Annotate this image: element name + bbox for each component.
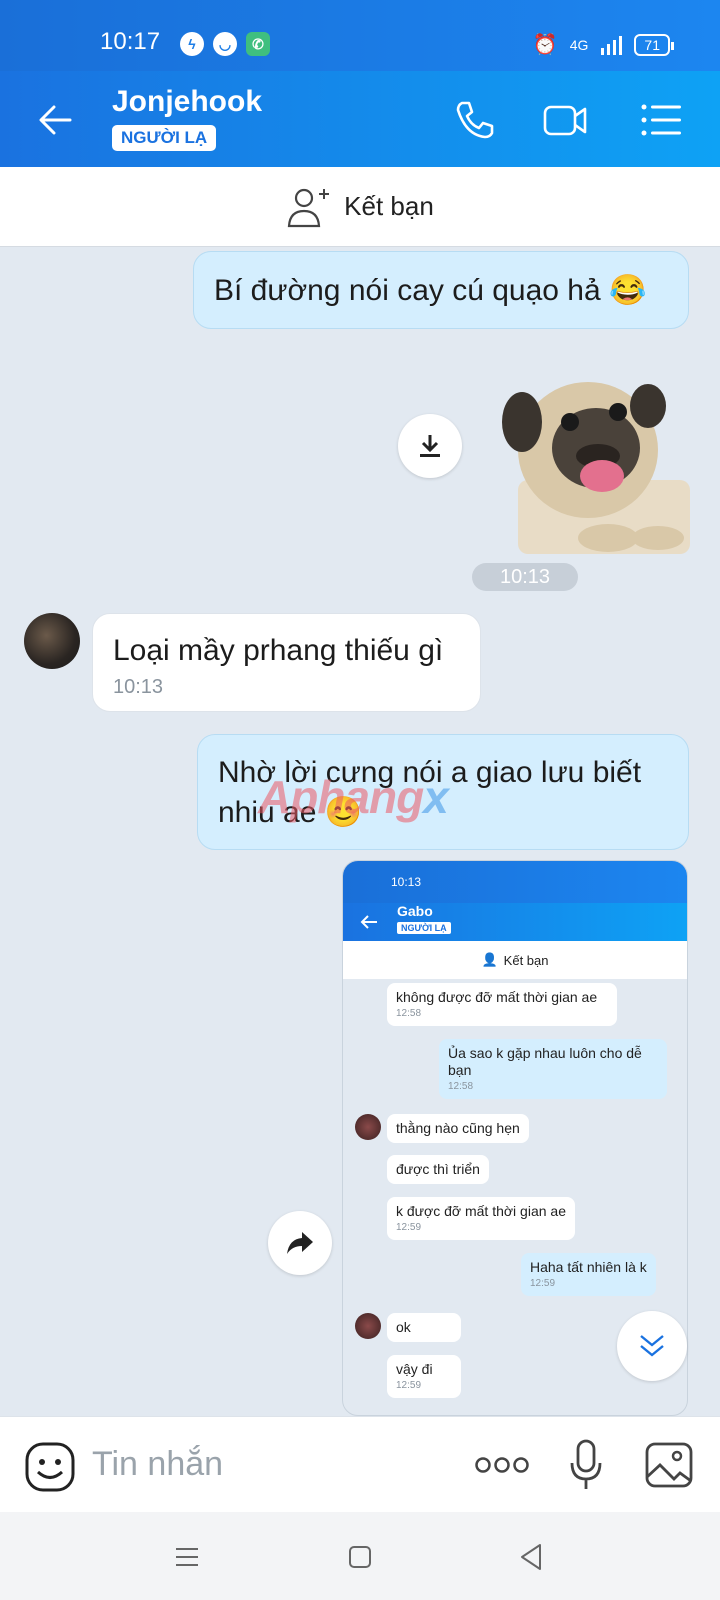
message-text: Bí đường nói cay cú quạo hả 😂 [214, 274, 647, 307]
scroll-to-bottom-button[interactable] [617, 1311, 687, 1381]
embedded-message: không được đỡ mất thời gian ae 12:58 [387, 983, 617, 1026]
embedded-contact-name: Gabo [397, 903, 433, 919]
embedded-message: được thì triển [387, 1155, 489, 1184]
embedded-time: 10:13 [391, 875, 422, 889]
status-time: 10:17 [100, 28, 161, 55]
download-button[interactable] [398, 414, 462, 478]
image-gallery-icon[interactable] [644, 1441, 694, 1489]
embedded-avatar [355, 1313, 381, 1339]
phone-app-icon: ✆ [246, 32, 270, 56]
embedded-back-icon [360, 915, 377, 929]
message-input-bar: Tin nhắn [0, 1416, 720, 1512]
message-text: Loại mầy prhang thiếu gì [113, 634, 444, 667]
embedded-add-friend-icon: 👤 [481, 952, 498, 967]
embedded-message: Ủa sao k gặp nhau luôn cho dễ bạn 12:58 [439, 1039, 667, 1099]
double-chevron-down-icon [640, 1335, 664, 1357]
forward-button[interactable] [268, 1211, 332, 1275]
embedded-header: Gabo NGƯỜI LẠ [343, 903, 687, 941]
embedded-friend-bar: 👤 Kết bạn [343, 941, 687, 979]
more-options-icon[interactable] [474, 1455, 530, 1475]
message-bubble-incoming[interactable]: Loại mầy prhang thiếu gì 10:13 [92, 613, 481, 712]
contact-name[interactable]: Jonjehook [112, 85, 262, 119]
message-timestamp: 10:13 [113, 676, 164, 698]
message-bubble-outgoing[interactable]: Bí đường nói cay cú quạo hả 😂 [193, 251, 689, 329]
back-triangle-icon[interactable] [518, 1542, 544, 1572]
signal-icon [601, 35, 623, 55]
embedded-status-bar: 10:13 [343, 861, 687, 903]
embedded-badge: NGƯỜI LẠ [397, 922, 451, 934]
system-navigation-bar [0, 1512, 720, 1600]
video-call-icon[interactable] [542, 97, 588, 143]
messenger-icon: ϟ [180, 32, 204, 56]
forward-arrow-icon [287, 1232, 313, 1254]
embedded-message: ok [387, 1313, 461, 1342]
embedded-message: k được đỡ mất thời gian ae 12:59 [387, 1197, 575, 1240]
menu-list-icon[interactable] [638, 97, 684, 143]
sticker-timestamp: 10:13 [472, 563, 578, 591]
message-bubble-outgoing[interactable]: Nhờ lời cưng nói a giao lưu biết nhiu ae… [197, 734, 689, 850]
download-icon [420, 435, 440, 457]
message-input[interactable]: Tin nhắn [92, 1445, 223, 1484]
sender-avatar[interactable] [24, 613, 80, 669]
recent-apps-icon[interactable] [174, 1544, 200, 1570]
status-bar: 10:17 ϟ ◡ ✆ ⏰ 4G 71 [0, 0, 720, 71]
emoji-icon[interactable] [24, 1441, 76, 1493]
phone-call-icon[interactable] [452, 97, 498, 143]
battery-indicator: 71 [634, 33, 674, 56]
embedded-message: Haha tất nhiên là k 12:59 [521, 1253, 656, 1296]
pug-sticker-image[interactable] [478, 360, 690, 554]
message-text: Nhờ lời cưng nói a giao lưu biết nhiu ae… [218, 756, 642, 829]
embedded-message: vậy đi 12:59 [387, 1355, 461, 1398]
network-type: 4G [569, 36, 589, 53]
add-friend-icon [287, 188, 330, 227]
chat-header: Jonjehook NGƯỜI LẠ [0, 71, 720, 167]
add-friend-label: Kết bạn [344, 191, 434, 221]
stranger-badge: NGƯỜI LẠ [112, 125, 217, 151]
back-arrow-icon[interactable] [36, 101, 74, 139]
embedded-message: thằng nào cũng hẹn [387, 1114, 529, 1143]
bubble-icon: ◡ [213, 32, 237, 56]
alarm-icon: ⏰ [532, 34, 558, 56]
add-friend-bar[interactable]: Kết bạn [0, 167, 720, 247]
embedded-avatar [355, 1114, 381, 1140]
home-icon[interactable] [347, 1544, 373, 1570]
microphone-icon[interactable] [568, 1439, 604, 1491]
